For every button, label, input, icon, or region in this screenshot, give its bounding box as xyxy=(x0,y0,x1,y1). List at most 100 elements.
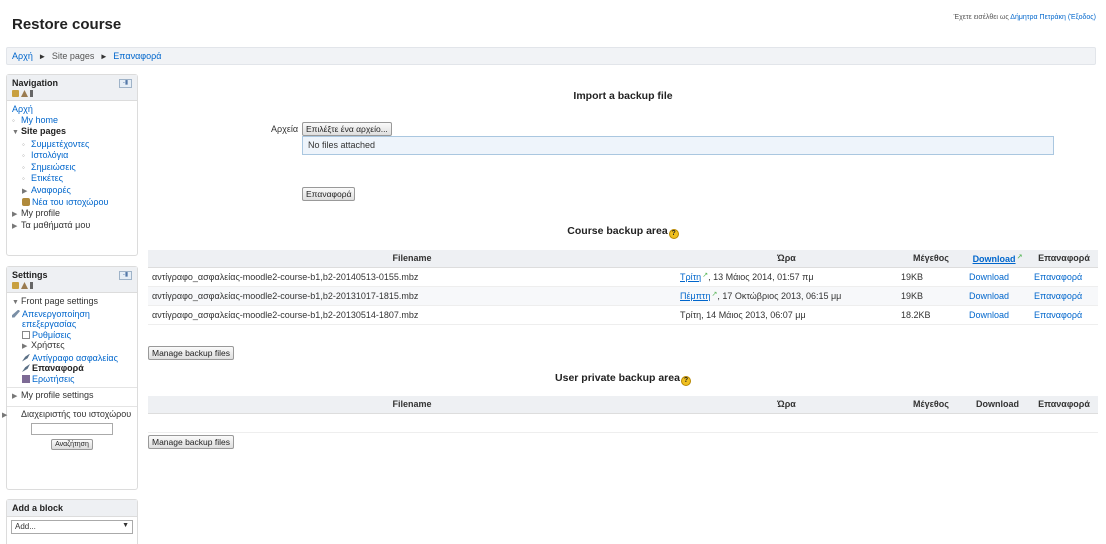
edit-block-icon[interactable] xyxy=(21,90,28,97)
column-size: Μέγεθος xyxy=(897,396,965,414)
day-link[interactable]: Πέμπτη xyxy=(680,291,710,301)
manage-private-backup-files-button[interactable]: Manage backup files xyxy=(148,435,234,449)
help-icon[interactable]: ? xyxy=(668,229,679,239)
choose-file-button[interactable]: Επιλέξτε ένα αρχείο... xyxy=(302,122,392,136)
navigation-tree: Αρχή ◦ My home ▼ Site pages ◦ Συμμετέχοντες… xyxy=(7,101,137,237)
filename-cell: αντίγραφο_ασφαλείας-moodle2-course-b1,b2… xyxy=(148,267,676,287)
backup-icon xyxy=(22,353,30,362)
logout-link[interactable]: (Έξοδος) xyxy=(1068,14,1096,21)
column-time: Ώρα xyxy=(676,250,897,268)
breadcrumb-site-pages: Site pages xyxy=(51,51,95,61)
dock-block-icon[interactable]: -▮ xyxy=(119,271,132,280)
download-link[interactable]: Download xyxy=(965,267,1030,287)
table-header-row: Filename Ώρα Μέγεθος Download Επαναφορά xyxy=(148,396,1098,414)
settings-item-backup[interactable]: Αντίγραφο ασφαλείας xyxy=(12,353,132,364)
download-link[interactable]: Download xyxy=(965,305,1030,325)
restore-icon xyxy=(22,364,30,372)
forum-icon xyxy=(22,198,30,206)
size-cell: 19KB xyxy=(897,286,965,306)
user-profile-link[interactable]: Δήμητρα Πετράκη xyxy=(1010,14,1066,21)
bullet-icon: ◦ xyxy=(22,151,25,160)
table-row: αντίγραφο_ασφαλείας-moodle2-course-b1,b2… xyxy=(148,286,1098,306)
nav-item-myhome[interactable]: ◦ My home xyxy=(12,115,132,127)
collapsed-arrow-icon: ▶ xyxy=(22,187,28,195)
nav-item-site-pages[interactable]: ▼ Site pages xyxy=(12,126,132,139)
dock-block-icon[interactable]: -▮ xyxy=(119,79,132,88)
breadcrumb: Αρχή ► Site pages ► Επαναφορά xyxy=(6,47,1096,65)
breadcrumb-separator-icon: ► xyxy=(99,52,108,61)
move-block-icon[interactable] xyxy=(12,282,19,289)
collapsed-arrow-icon: ▶ xyxy=(2,411,8,419)
files-label: Αρχεία xyxy=(271,124,299,134)
column-filename: Filename xyxy=(148,250,676,268)
nav-item-my-courses[interactable]: ▶ Τα μαθήματά μου xyxy=(12,220,132,233)
navigation-block: Navigation -▮ Αρχή ◦ My home ▼ Site pages … xyxy=(6,74,138,256)
settings-tree: ▼ Front page settings Απενεργοποίηση επεξ… xyxy=(2,293,137,454)
nav-item-participants[interactable]: ◦ Συμμετέχοντες xyxy=(12,139,132,151)
course-backup-table: Filename Ώρα Μέγεθος Download↗ Επαναφορά… xyxy=(148,250,1098,325)
breadcrumb-restore[interactable]: Επαναφορά xyxy=(113,51,161,61)
nav-item-site-news[interactable]: Νέα του ιστοχώρου xyxy=(12,197,132,208)
nav-item-notes[interactable]: ◦ Σημειώσεις xyxy=(12,162,132,174)
hide-block-icon[interactable] xyxy=(30,90,33,97)
column-filename: Filename xyxy=(148,396,676,414)
settings-item-editing[interactable]: Απενεργοποίηση επεξεργασίας xyxy=(12,309,132,330)
nav-item-home[interactable]: Αρχή xyxy=(12,104,132,115)
add-block-select[interactable]: Add... ▼ xyxy=(11,520,133,534)
settings-item-my-profile-settings[interactable]: ▶ My profile settings xyxy=(12,390,132,403)
login-info: Έχετε εισέλθει ως Δήμητρα Πετράκη (Έξοδο… xyxy=(954,14,1096,21)
column-restore: Επαναφορά xyxy=(1030,250,1098,268)
import-heading: Import a backup file xyxy=(573,90,673,102)
page-title: Restore course xyxy=(12,16,122,33)
manage-backup-files-button[interactable]: Manage backup files xyxy=(148,346,234,360)
nav-item-blogs[interactable]: ◦ Ιστολόγια xyxy=(12,150,132,162)
collapsed-arrow-icon: ▶ xyxy=(12,210,18,218)
table-header-row: Filename Ώρα Μέγεθος Download↗ Επαναφορά xyxy=(148,250,1098,268)
bullet-icon: ◦ xyxy=(22,139,25,149)
settings-document-icon xyxy=(22,330,30,339)
nav-item-my-profile[interactable]: ▶ My profile xyxy=(12,208,132,221)
size-cell: 18.2KB xyxy=(897,305,965,325)
breadcrumb-separator-icon: ► xyxy=(38,52,47,61)
restore-link[interactable]: Επαναφορά xyxy=(1030,267,1098,287)
download-link[interactable]: Download xyxy=(965,286,1030,306)
add-block-title: Add a block xyxy=(12,503,64,513)
private-backup-heading: User private backup area? xyxy=(148,372,1098,386)
time-cell: Τρίτη↗, 13 Μάιος 2014, 01:57 πμ xyxy=(676,267,897,287)
admin-search-button[interactable]: Αναζήτηση xyxy=(51,439,93,450)
nav-item-tags[interactable]: ◦ Ετικέτες xyxy=(12,173,132,185)
restore-link[interactable]: Επαναφορά xyxy=(1030,286,1098,306)
private-backup-table: Filename Ώρα Μέγεθος Download Επαναφορά xyxy=(148,396,1098,433)
settings-item-front-page[interactable]: ▼ Front page settings xyxy=(12,296,132,309)
external-link-icon: ↗ xyxy=(1016,253,1023,261)
admin-search-input[interactable] xyxy=(31,423,113,435)
table-row xyxy=(148,413,1098,433)
restore-link[interactable]: Επαναφορά xyxy=(1030,305,1098,325)
expanded-arrow-icon: ▼ xyxy=(12,299,19,306)
settings-item-site-admin[interactable]: ▶ Διαχειριστής του ιστοχώρου xyxy=(2,409,132,422)
restore-upload-button[interactable]: Επαναφορά xyxy=(302,187,356,201)
expanded-arrow-icon: ▼ xyxy=(12,129,19,136)
hide-block-icon[interactable] xyxy=(30,282,33,289)
settings-block-title: Settings xyxy=(12,270,48,280)
day-link[interactable]: Τρίτη xyxy=(680,272,701,282)
no-files-text: No files attached xyxy=(308,140,376,150)
table-row: αντίγραφο_ασφαλείας-moodle2-course-b1,b2… xyxy=(148,305,1098,325)
file-dropzone[interactable]: No files attached xyxy=(302,136,1054,155)
settings-item-users[interactable]: ▶ Χρήστες xyxy=(12,340,132,353)
settings-item-settings[interactable]: Ρυθμίσεις xyxy=(12,330,132,341)
settings-item-restore[interactable]: Επαναφορά xyxy=(12,363,132,374)
bullet-icon: ◦ xyxy=(22,162,25,172)
settings-item-questions[interactable]: Ερωτήσεις xyxy=(12,374,132,385)
size-cell: 19KB xyxy=(897,267,965,287)
breadcrumb-home[interactable]: Αρχή xyxy=(12,51,33,61)
move-block-icon[interactable] xyxy=(12,90,19,97)
column-download[interactable]: Download↗ xyxy=(965,250,1030,268)
help-icon[interactable]: ? xyxy=(680,376,691,386)
column-download: Download xyxy=(965,396,1030,414)
nav-item-reports[interactable]: ▶ Αναφορές xyxy=(12,185,132,198)
time-cell: Πέμπτη↗, 17 Οκτώβριος 2013, 06:15 μμ xyxy=(676,286,897,306)
collapsed-arrow-icon: ▶ xyxy=(12,223,18,230)
course-backup-heading: Course backup area? xyxy=(148,225,1098,239)
edit-block-icon[interactable] xyxy=(21,282,28,289)
